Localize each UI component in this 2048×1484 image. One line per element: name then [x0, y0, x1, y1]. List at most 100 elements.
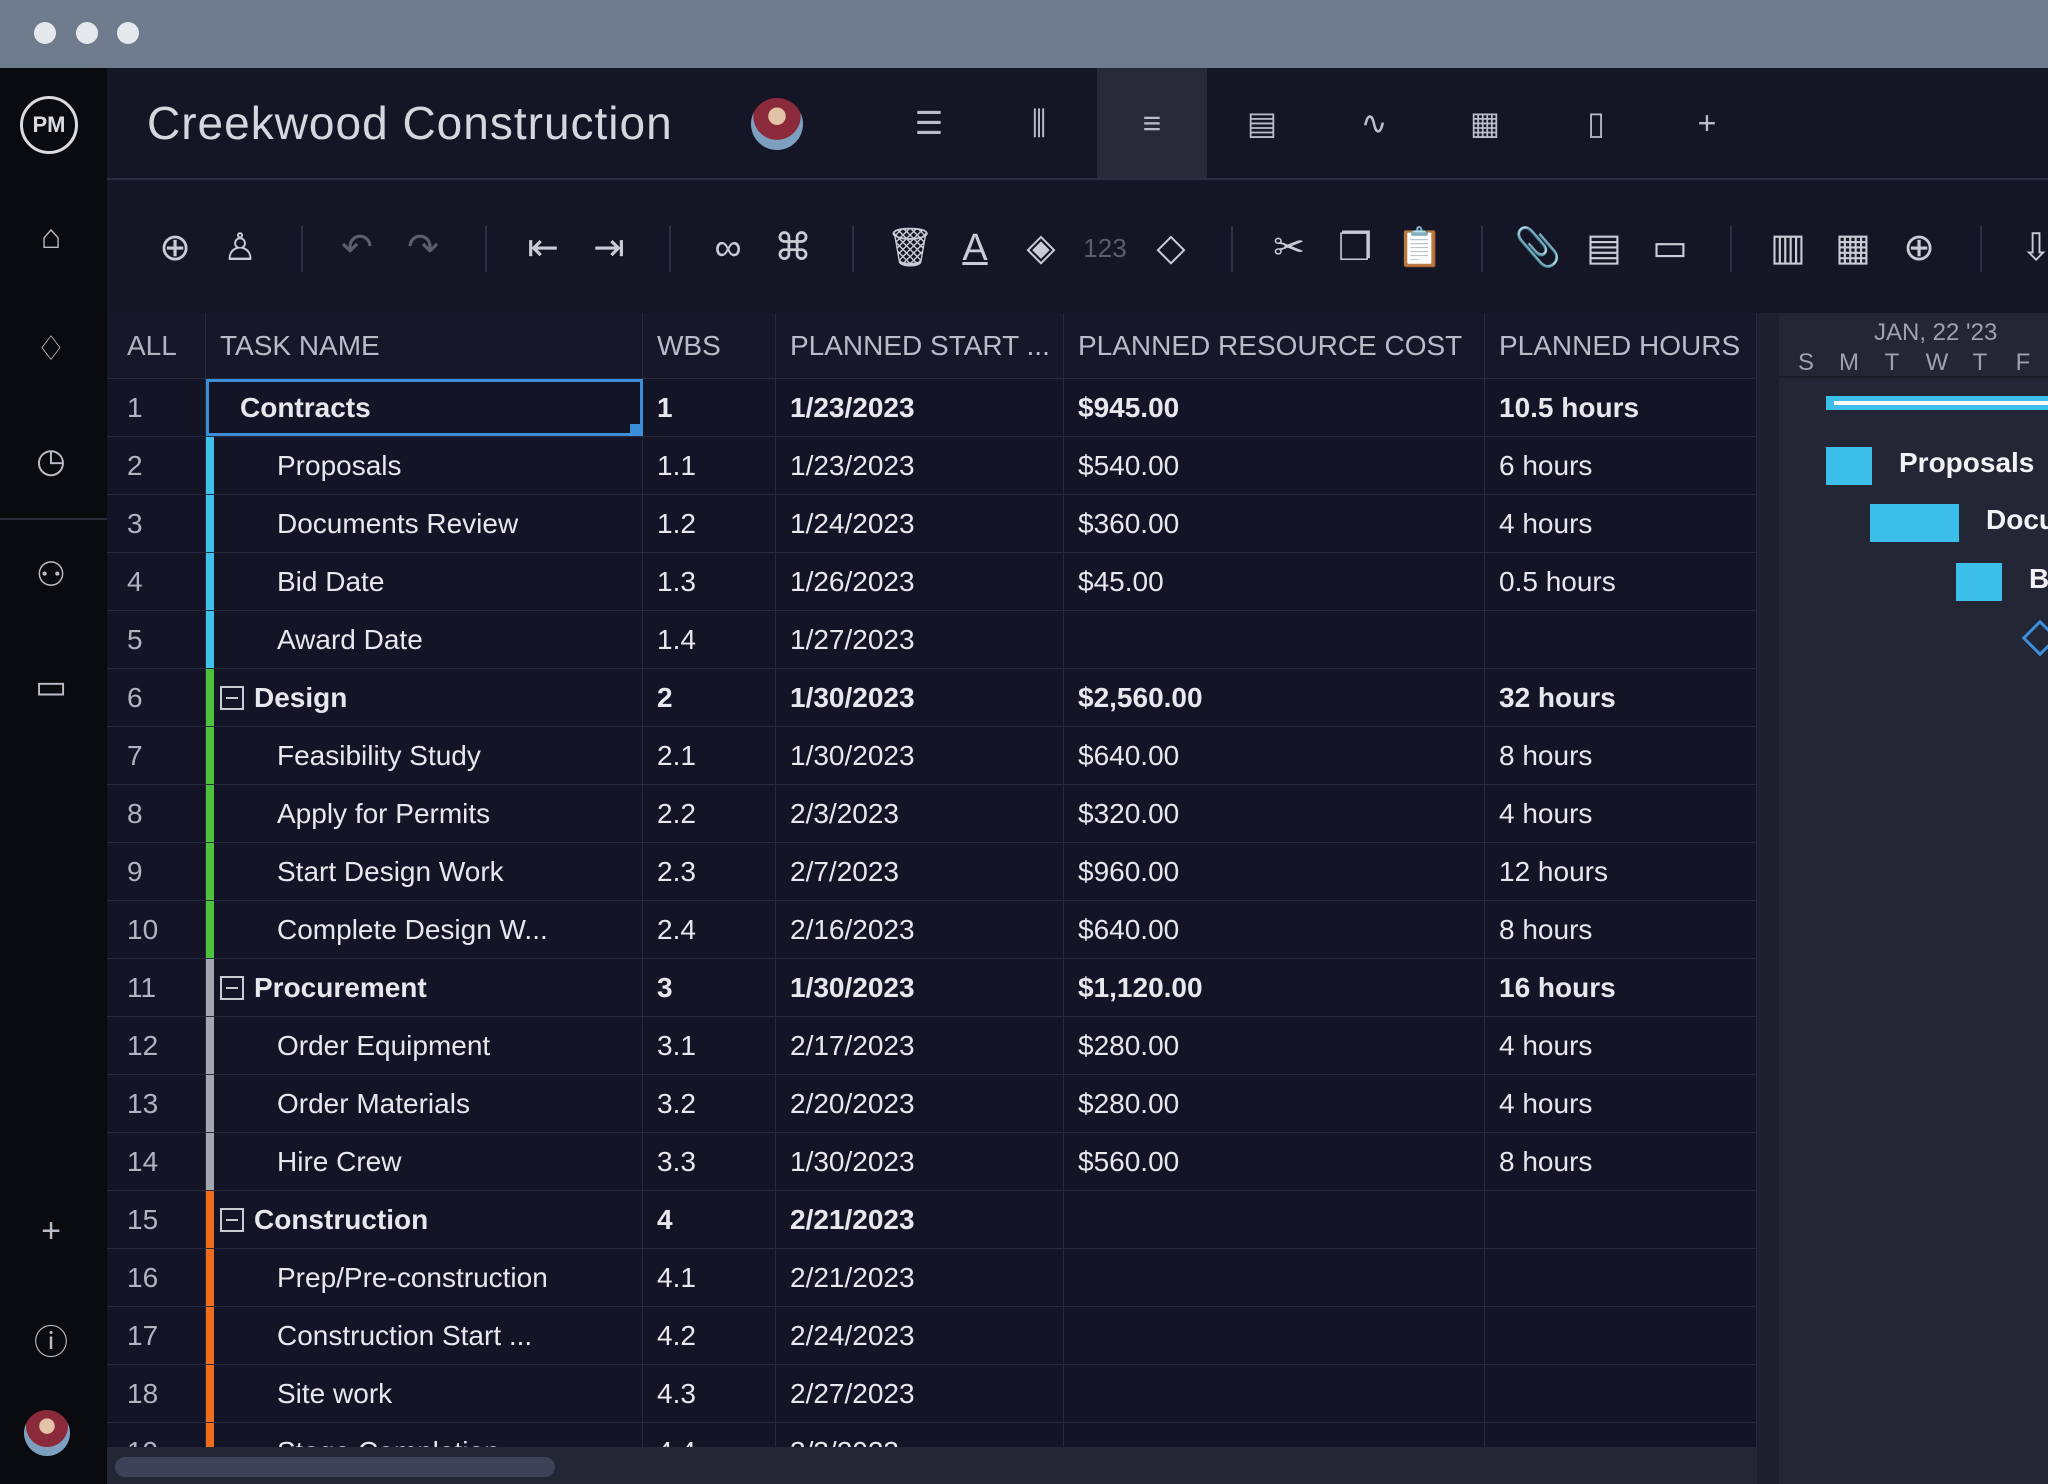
cell-cost[interactable] — [1064, 1365, 1485, 1422]
cell-start[interactable]: 2/7/2023 — [776, 843, 1064, 900]
cell-cost[interactable]: $280.00 — [1064, 1075, 1485, 1132]
sheet-view-tab[interactable]: ▤ — [1207, 68, 1317, 178]
list-view-tab[interactable]: ☰ — [874, 68, 984, 178]
cell-name[interactable]: Site work — [206, 1365, 643, 1422]
indent-icon[interactable]: ⇥ — [583, 222, 635, 274]
cell-name[interactable]: Apply for Permits — [206, 785, 643, 842]
task-group-row[interactable]: 11 Procurement 3 1/30/2023 $1,120.00 16 hours — [107, 958, 1757, 1016]
add-view-tab[interactable]: + — [1652, 68, 1762, 178]
cell-start[interactable]: 2/21/2023 — [776, 1191, 1064, 1248]
cell-hours[interactable] — [1485, 611, 1757, 668]
gantt-bar-documents-review[interactable] — [1870, 504, 1959, 542]
task-row[interactable]: 5 Award Date 1.4 1/27/2023 — [107, 610, 1757, 668]
collapse-icon[interactable] — [220, 1207, 244, 1232]
task-group-row[interactable]: 15 Construction 4 2/21/2023 — [107, 1190, 1757, 1248]
cell-name[interactable]: Contracts — [206, 379, 643, 436]
task-row[interactable]: 8 Apply for Permits 2.2 2/3/2023 $320.00 4 ho… — [107, 784, 1757, 842]
cell-start[interactable]: 1/23/2023 — [776, 379, 1064, 436]
team-icon[interactable]: ⚇ — [28, 552, 74, 598]
dashboard-view-tab[interactable]: ∿ — [1319, 68, 1429, 178]
notes-icon[interactable]: ▤ — [1578, 222, 1630, 274]
cell-hours[interactable]: 4 hours — [1485, 785, 1757, 842]
cell-start[interactable]: 2/20/2023 — [776, 1075, 1064, 1132]
cell-cost[interactable] — [1064, 1307, 1485, 1364]
cell-hours[interactable]: 4 hours — [1485, 1075, 1757, 1132]
cell-start[interactable]: 1/24/2023 — [776, 495, 1064, 552]
cell-wbs[interactable]: 4.3 — [643, 1365, 776, 1422]
cell-hours[interactable] — [1485, 1423, 1757, 1447]
cell-cost[interactable]: $45.00 — [1064, 553, 1485, 610]
col-header-all[interactable]: ALL — [107, 313, 206, 378]
task-group-row[interactable]: 1 Contracts 1 1/23/2023 $945.00 10.5 hours — [107, 378, 1757, 436]
timesheet-icon[interactable]: ◷ — [28, 438, 74, 484]
window-close-button[interactable] — [34, 22, 56, 44]
cell-start[interactable]: 3/3/2023 — [776, 1423, 1064, 1447]
cell-hours[interactable]: 16 hours — [1485, 959, 1757, 1016]
delete-icon[interactable]: 🗑 — [884, 222, 936, 274]
cell-cost[interactable] — [1064, 611, 1485, 668]
home-icon[interactable]: ⌂ — [28, 214, 74, 260]
task-row[interactable]: 16 Prep/Pre-construction 4.1 2/21/2023 — [107, 1248, 1757, 1306]
cell-name[interactable]: Stage Completion — [206, 1423, 643, 1447]
cell-wbs[interactable]: 3 — [643, 959, 776, 1016]
cell-name[interactable]: Documents Review — [206, 495, 643, 552]
board-view-tab[interactable]: ⫼ — [984, 68, 1094, 178]
cell-cost[interactable]: $945.00 — [1064, 379, 1485, 436]
cell-cost[interactable] — [1064, 1191, 1485, 1248]
attachment-icon[interactable]: 📎 — [1512, 222, 1564, 274]
redo-icon[interactable]: ↷ — [397, 222, 449, 274]
horizontal-scrollbar[interactable] — [107, 1447, 1757, 1484]
gantt-milestone-award-date[interactable] — [2021, 619, 2048, 657]
notifications-icon[interactable]: ♢ — [28, 326, 74, 372]
pane-splitter[interactable] — [1757, 313, 1779, 1484]
text-color-icon[interactable]: A — [949, 222, 1001, 274]
fill-handle[interactable] — [630, 424, 642, 436]
gantt-summary-bar-contracts[interactable] — [1826, 396, 2048, 410]
cell-wbs[interactable]: 4.2 — [643, 1307, 776, 1364]
col-header-wbs[interactable]: WBS — [643, 313, 776, 378]
task-row[interactable]: 18 Site work 4.3 2/27/2023 — [107, 1364, 1757, 1422]
files-view-tab[interactable]: ▯ — [1541, 68, 1651, 178]
cell-cost[interactable]: $2,560.00 — [1064, 669, 1485, 726]
cell-hours[interactable]: 32 hours — [1485, 669, 1757, 726]
cell-start[interactable]: 1/26/2023 — [776, 553, 1064, 610]
cell-hours[interactable]: 8 hours — [1485, 901, 1757, 958]
zoom-in-icon[interactable]: ⊕ — [1893, 222, 1945, 274]
task-row[interactable]: 9 Start Design Work 2.3 2/7/2023 $960.00 12 h… — [107, 842, 1757, 900]
col-header-task-name[interactable]: TASK NAME — [206, 313, 643, 378]
cell-hours[interactable]: 4 hours — [1485, 1017, 1757, 1074]
cell-name[interactable]: Complete Design W... — [206, 901, 643, 958]
cell-name[interactable]: Order Equipment — [206, 1017, 643, 1074]
portfolio-icon[interactable]: ▭ — [28, 664, 74, 710]
task-row[interactable]: 19 Stage Completion 4.4 3/3/2023 — [107, 1422, 1757, 1447]
task-row[interactable]: 10 Complete Design W... 2.4 2/16/2023 $640.0… — [107, 900, 1757, 958]
number-format-icon[interactable]: 123 — [1079, 222, 1131, 274]
cell-name[interactable]: Construction — [206, 1191, 643, 1248]
outdent-icon[interactable]: ⇤ — [517, 222, 569, 274]
cell-cost[interactable]: $540.00 — [1064, 437, 1485, 494]
unlink-icon[interactable]: ⌘ — [767, 222, 819, 274]
collapse-icon[interactable] — [220, 685, 244, 710]
cell-wbs[interactable]: 3.2 — [643, 1075, 776, 1132]
cell-wbs[interactable]: 1.2 — [643, 495, 776, 552]
cell-start[interactable]: 2/27/2023 — [776, 1365, 1064, 1422]
gantt-view-tab[interactable]: ≡ — [1097, 68, 1207, 178]
cell-hours[interactable] — [1485, 1249, 1757, 1306]
cell-wbs[interactable]: 1 — [643, 379, 776, 436]
cell-start[interactable]: 2/16/2023 — [776, 901, 1064, 958]
cell-hours[interactable] — [1485, 1365, 1757, 1422]
cell-start[interactable]: 1/30/2023 — [776, 669, 1064, 726]
fill-color-icon[interactable]: ◈ — [1015, 222, 1067, 274]
help-icon[interactable]: ⓘ — [28, 1320, 74, 1366]
cell-wbs[interactable]: 2.2 — [643, 785, 776, 842]
window-maximize-button[interactable] — [117, 22, 139, 44]
cell-name[interactable]: Proposals — [206, 437, 643, 494]
cell-name[interactable]: Procurement — [206, 959, 643, 1016]
cell-wbs[interactable]: 1.1 — [643, 437, 776, 494]
cut-icon[interactable]: ✂ — [1263, 222, 1315, 274]
cell-hours[interactable]: 8 hours — [1485, 727, 1757, 784]
task-row[interactable]: 2 Proposals 1.1 1/23/2023 $540.00 6 hours — [107, 436, 1757, 494]
cell-hours[interactable] — [1485, 1191, 1757, 1248]
cell-name[interactable]: Bid Date — [206, 553, 643, 610]
cell-start[interactable]: 2/24/2023 — [776, 1307, 1064, 1364]
